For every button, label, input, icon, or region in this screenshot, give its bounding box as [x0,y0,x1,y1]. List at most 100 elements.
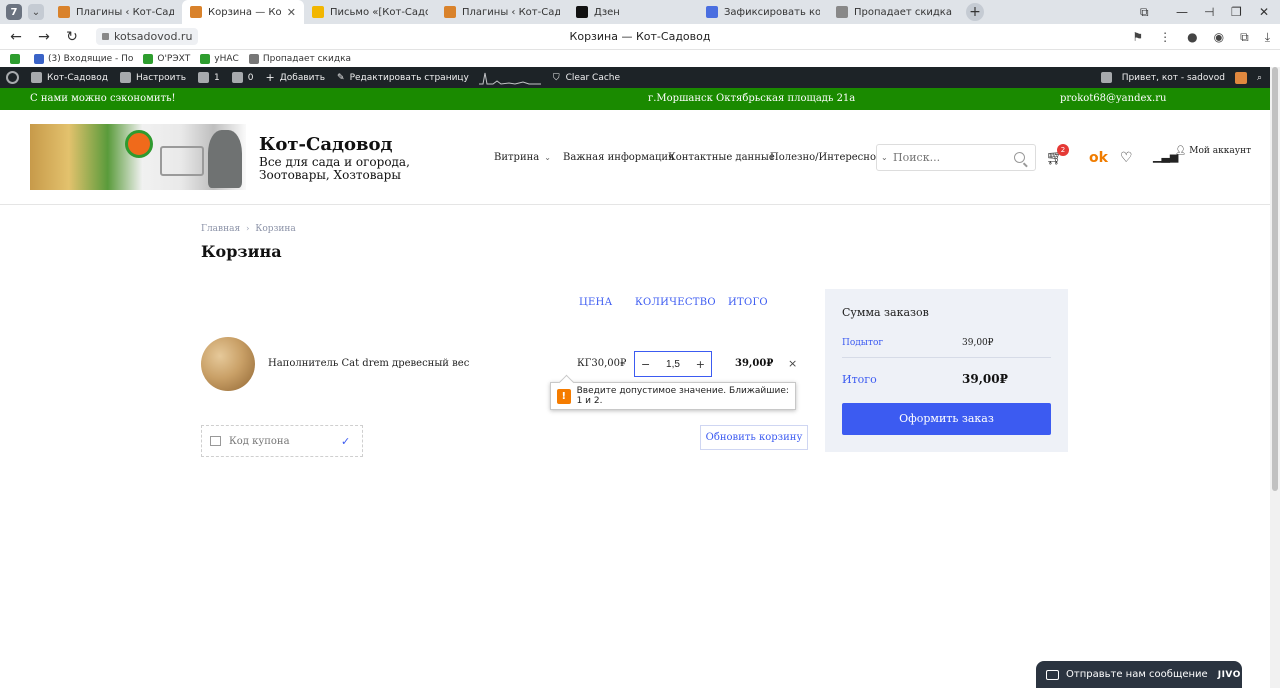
browser-tab[interactable]: Плагины ‹ Кот-Садовод — [50,0,182,24]
scrollbar-thumb[interactable] [1272,67,1278,491]
browser-tab[interactable]: Пропадает скидка | Word [828,0,960,24]
bookmark-item[interactable]: (3) Входящие - По [34,53,133,64]
address-bar: ← → ↻ kotsadovod.ru Корзина — Кот-Садово… [0,24,1280,50]
my-account-link[interactable]: 👤︎ Мой аккаунт [1175,145,1251,158]
bookmark-item[interactable] [10,53,24,64]
odnoklassniki-icon[interactable]: ok [1089,150,1108,166]
comment-icon [231,72,243,83]
coupon-input[interactable] [229,435,339,447]
tab-count-badge[interactable]: 7 [6,4,22,20]
site-title[interactable]: Кот-Садовод [259,134,393,155]
chat-brand: JIVO [1217,669,1241,680]
avatar[interactable] [1234,71,1247,84]
increase-quantity-button[interactable]: + [696,358,705,371]
more-menu-icon[interactable]: ⋮ [1159,30,1171,44]
chat-label: Отправьте нам сообщение [1066,669,1208,680]
extension-icon-2[interactable]: ◉ [1214,30,1224,44]
bookmark-item[interactable]: Пропадает скидка [248,53,351,64]
validation-message: Введите допустимое значение. Ближайшие: … [576,386,789,406]
nav-item-showcase[interactable]: Витрина ⌄ [494,152,551,163]
chat-widget[interactable]: Отправьте нам сообщение JIVO [1036,661,1242,688]
line-total: 39,00₽ [735,358,774,369]
product-thumbnail[interactable] [201,337,255,391]
nav-item-useful[interactable]: Полезно/Интересно ⌄ [770,152,888,163]
forward-arrow-icon[interactable]: → [30,29,58,45]
tab-title: Дзен [594,6,620,18]
update-cart-button[interactable]: Обновить корзину [700,425,808,450]
wp-edit-page[interactable]: ✎ Редактировать страницу [337,73,469,83]
browser-tabs: Плагины ‹ Кот-Садовод — Корзина — Кот-Сад… [50,0,960,24]
wp-clear-cache[interactable]: ⛉ Clear Cache [553,73,620,83]
tab-favicon-icon [706,6,718,18]
warning-icon: ! [557,388,571,404]
close-window-icon[interactable]: ✕ [1259,0,1269,24]
downloads-icon[interactable]: ⤓ [1265,30,1270,45]
collections-icon[interactable]: ⧉ [1240,30,1249,45]
browser-tab[interactable]: Дзен [568,0,698,24]
notification-icon[interactable] [1100,72,1112,83]
wp-comments[interactable]: 0 [231,72,254,83]
bookmark-icon[interactable]: ⚑ [1132,30,1143,44]
mail-icon [1046,669,1059,680]
browser-tab[interactable]: Корзина — Кот-Садовод ✕ [182,0,304,24]
nav-item-important-info[interactable]: Важная информация [563,152,674,163]
page-scrollbar[interactable] [1270,67,1280,688]
breadcrumb-home[interactable]: Главная [201,224,240,234]
decrease-quantity-button[interactable]: − [641,358,650,371]
browser-tab[interactable]: Зафиксировать корзину [698,0,828,24]
pin-icon[interactable]: ⊣ [1204,0,1214,24]
tab-title: Зафиксировать корзину [724,6,820,18]
breadcrumb: Главная › Корзина [201,224,296,234]
close-tab-icon[interactable]: ✕ [287,6,296,19]
search-input[interactable] [893,145,1018,170]
total-label: Итого [842,373,877,386]
site-description: Все для сада и огорода, Зоотовары, Хозто… [259,155,410,182]
nav-item-contacts[interactable]: Контактные данные [668,152,775,163]
wp-add-new[interactable]: + Добавить [266,71,326,84]
browser-tab[interactable]: Плагины ‹ Кот-Садовод — [436,0,568,24]
collections-icon[interactable]: ⧉ [1140,0,1149,24]
new-tab-button[interactable]: + [966,3,984,21]
apply-coupon-check-icon[interactable]: ✓ [341,435,350,448]
wordpress-logo-icon[interactable] [6,71,19,84]
tab-favicon-icon [58,6,70,18]
tab-title: Письмо «[Кот-Садовод]: [330,6,428,18]
extension-icon[interactable]: ● [1187,30,1197,44]
product-name[interactable]: Наполнитель Cat drem древесный вес [268,358,469,369]
tab-favicon-icon [576,6,588,18]
search-icon[interactable]: ⌕ [1257,73,1262,83]
column-header-price: ЦЕНА [579,297,613,308]
tab-title: Плагины ‹ Кот-Садовод — [76,6,174,18]
reload-icon[interactable]: ↻ [58,29,86,45]
tab-title: Пропадает скидка | Word [854,6,952,18]
wp-customize[interactable]: Настроить [119,72,186,83]
wishlist-heart-icon[interactable]: ♡ [1120,150,1133,166]
product-price: КГ30,00₽ [577,358,627,369]
bookmarks-bar: (3) Входящие - По О'РЭХТ уНАС Пропадает ски… [0,50,1280,67]
tab-list-chevron-icon[interactable]: ⌄ [28,4,44,20]
quantity-input[interactable] [656,358,690,370]
url-field[interactable]: kotsadovod.ru [96,28,199,45]
wp-greeting[interactable]: Привет, кот - sadovod [1122,73,1225,83]
remove-item-icon[interactable]: × [788,357,797,370]
order-summary: Сумма заказов Подытог 39,00₽ Итого 39,00… [825,289,1068,452]
back-arrow-icon[interactable]: ← [2,29,30,45]
bookmark-favicon-icon [248,53,259,64]
site-logo[interactable] [30,124,246,190]
checkout-button[interactable]: Оформить заказ [842,403,1051,435]
contact-email[interactable]: prokot68@yandex.ru [1060,93,1166,104]
stats-sparkline-icon[interactable] [478,71,541,85]
bookmark-item[interactable]: уНАС [200,53,239,64]
bookmark-favicon-icon [143,53,154,64]
wp-updates[interactable]: 1 [198,72,220,83]
search-icon[interactable] [1014,152,1025,163]
column-header-quantity: КОЛИЧЕСТВО [635,297,716,308]
summary-divider [842,357,1051,358]
bookmark-item[interactable]: О'РЭХТ [143,53,190,64]
bookmark-favicon-icon [10,53,20,64]
restore-icon[interactable]: ❐ [1231,0,1242,24]
minimize-icon[interactable]: — [1176,0,1188,24]
browser-tab[interactable]: Письмо «[Кот-Садовод]: [304,0,436,24]
browser-tab-strip: 7 ⌄ Плагины ‹ Кот-Садовод — Корзина — Кот… [0,0,1280,24]
wp-site-name[interactable]: Кот-Садовод [31,72,108,83]
